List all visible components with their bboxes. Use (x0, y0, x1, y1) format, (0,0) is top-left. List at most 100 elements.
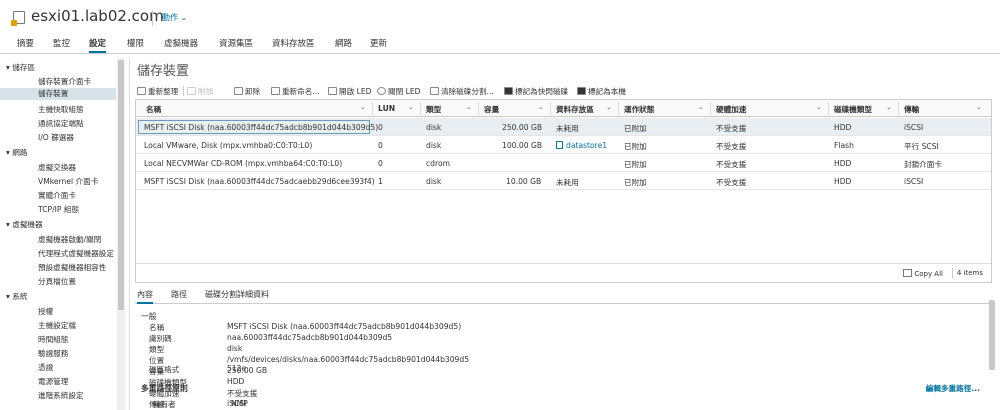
refresh-button[interactable]: 重新整理 (137, 86, 178, 97)
table-row[interactable]: MSFT iSCSI Disk (naa.60003ff44dc75adcb8b… (136, 118, 991, 136)
edit-multipath-link[interactable]: 編輯多重路徑... (926, 383, 980, 394)
sidebar-item-licensing[interactable]: 授權 (38, 306, 53, 317)
sidebar-group-network[interactable]: ▾ 網路 (6, 147, 27, 158)
sidebar-group-storage[interactable]: ▾ 儲存區 (6, 62, 35, 73)
sidebar-item-advanced[interactable]: 進階系統設定 (38, 390, 84, 401)
item-count: 4 items (956, 269, 983, 277)
filter-icon[interactable]: ⌄ (976, 103, 982, 111)
led-on-button[interactable]: 開啟 LED (328, 86, 371, 97)
tab-permissions[interactable]: 權限 (127, 37, 144, 53)
sidebar-item-vm-startup[interactable]: 虛擬機器啟動/關閉 (38, 234, 101, 245)
attach-button[interactable]: 附加 (187, 86, 213, 97)
host-title: esxi01.lab02.com (31, 7, 164, 25)
col-datastore[interactable]: 資料存放區 (556, 104, 594, 115)
tab-updates[interactable]: 更新 (370, 37, 387, 53)
table-row[interactable]: Local VMware, Disk (mpx.vmhba0:C0:T0:L0)… (136, 136, 991, 154)
copy-all-button[interactable]: Copy All (903, 269, 943, 278)
col-capacity[interactable]: 容量 (484, 104, 499, 115)
tab-summary[interactable]: 摘要 (17, 37, 34, 53)
tab-resource-pools[interactable]: 資源集區 (219, 37, 253, 53)
filter-icon[interactable]: ⌄ (886, 103, 892, 111)
sidebar-item-io-filters[interactable]: I/O 篩選器 (38, 132, 74, 143)
tab-partition-details[interactable]: 磁碟分割詳細資料 (205, 289, 269, 304)
col-type[interactable]: 類型 (426, 104, 441, 115)
sidebar-item-auth-services[interactable]: 驗證服務 (38, 348, 68, 359)
tab-properties[interactable]: 內容 (137, 289, 153, 304)
erase-partitions-button[interactable]: 清除磁碟分割... (430, 86, 494, 97)
actions-menu[interactable]: 動作 ⌄ (162, 12, 187, 23)
sidebar-item-vswitches[interactable]: 虛擬交換器 (38, 162, 76, 173)
rename-button[interactable]: 重新命名... (271, 86, 320, 97)
detach-icon (234, 87, 243, 95)
filter-icon[interactable]: ⌄ (606, 103, 612, 111)
sidebar-group-vms[interactable]: ▾ 虛擬機器 (6, 219, 43, 230)
settings-sidebar: ▾ 儲存區 儲存裝置介面卡 儲存裝置 主機快取組態 通訊協定端點 I/O 篩選器… (0, 58, 130, 410)
filter-icon[interactable]: ⌄ (466, 103, 472, 111)
tab-monitor[interactable]: 監控 (53, 37, 70, 53)
mark-local-button[interactable]: 標記為本機 (577, 86, 626, 97)
filter-icon[interactable]: ⌄ (408, 103, 414, 111)
sidebar-item-host-cache[interactable]: 主機快取組態 (38, 104, 84, 115)
tab-networks[interactable]: 網路 (335, 37, 352, 53)
field-value: naa.60003ff44dc75adcb8b901d044b309d5 (227, 333, 393, 342)
details-scrollbar[interactable] (989, 300, 995, 370)
sidebar-item-vm-compat[interactable]: 預設虛擬機器相容性 (38, 262, 106, 273)
field-value: MSFT iSCSI Disk (naa.60003ff44dc75adcb8b… (227, 322, 462, 331)
col-transport[interactable]: 傳輸 (904, 104, 919, 115)
field-label: 名稱 (149, 323, 165, 332)
filter-icon[interactable]: ⌄ (816, 103, 822, 111)
col-divider (828, 102, 829, 115)
led-on-icon (328, 87, 337, 95)
tab-paths[interactable]: 路徑 (171, 289, 187, 304)
sidebar-item-power[interactable]: 電源管理 (38, 376, 68, 387)
tab-configure[interactable]: 設定 (89, 37, 107, 53)
tab-vms[interactable]: 虛擬機器 (164, 37, 198, 53)
host-icon (11, 11, 25, 26)
col-divider (372, 102, 373, 115)
field-value: 512e (227, 364, 247, 373)
field-value: disk (227, 344, 243, 353)
col-name[interactable]: 名稱 (146, 104, 161, 115)
sidebar-item-certificate[interactable]: 憑證 (38, 362, 53, 373)
object-tabs: 摘要 監控 設定 權限 虛擬機器 資源集區 資料存放區 網路 更新 (0, 34, 1000, 54)
filter-icon[interactable]: ⌄ (698, 103, 704, 111)
sidebar-item-vmkernel[interactable]: VMkernel 介面卡 (38, 176, 98, 187)
sidebar-scroll-thumb[interactable] (118, 60, 124, 310)
local-disk-icon (577, 87, 586, 95)
sidebar-group-system[interactable]: ▾ 系統 (6, 291, 27, 302)
mark-flash-button[interactable]: 標記為快閃磁碟 (504, 86, 568, 97)
led-off-button[interactable]: 關閉 LED (377, 86, 420, 97)
filter-icon[interactable]: ⌄ (360, 103, 366, 111)
col-lun[interactable]: LUN (378, 104, 395, 113)
header-divider (152, 10, 153, 26)
col-hw-accel[interactable]: 硬體加速 (716, 104, 746, 115)
main-panel: 儲存裝置 重新整理 附加 卸除 重新命名... 開啟 LED 關閉 LED 清除… (131, 54, 1000, 410)
toolbar-divider (183, 86, 184, 96)
table-row[interactable]: MSFT iSCSI Disk (naa.60003ff44dc75adcaeb… (136, 172, 991, 190)
sidebar-item-protocol-endpoints[interactable]: 通訊協定端點 (38, 118, 84, 129)
sidebar-item-tcpip[interactable]: TCP/IP 組態 (38, 204, 79, 215)
field-label: 磁區格式 (149, 365, 180, 374)
flash-disk-icon (504, 87, 513, 95)
sidebar-item-storage-devices[interactable]: 儲存裝置 (0, 88, 116, 100)
datastore-link[interactable]: datastore1 (556, 141, 607, 150)
col-drive-type[interactable]: 磁碟機類型 (834, 104, 872, 115)
sidebar-item-physical-adapters[interactable]: 實體介面卡 (38, 190, 76, 201)
field-value: /vmfs/devices/disks/naa.60003ff44dc75adc… (227, 355, 470, 364)
devices-grid: 名稱 ⌄ LUN ⌄ 類型 ⌄ 容量 ⌄ 資料存放區 ⌄ 運作狀態 ⌄ 硬體加速… (135, 99, 992, 283)
sidebar-item-time-config[interactable]: 時間組態 (38, 334, 68, 345)
sidebar-item-swapfile[interactable]: 分頁檔位置 (38, 276, 76, 287)
filter-icon[interactable]: ⌄ (538, 103, 544, 111)
detach-button[interactable]: 卸除 (234, 86, 260, 97)
table-row[interactable]: Local NECVMWar CD-ROM (mpx.vmhba64:C0:T0… (136, 154, 991, 172)
erase-icon (430, 87, 439, 95)
sidebar-item-host-profile[interactable]: 主機設定檔 (38, 320, 76, 331)
general-section-title: 一般 (141, 312, 157, 321)
col-status[interactable]: 運作狀態 (624, 104, 654, 115)
sidebar-item-agent-vm[interactable]: 代理程式虛擬機器設定 (38, 248, 114, 259)
page-title: 儲存裝置 (137, 64, 190, 79)
copy-icon (903, 269, 913, 277)
sidebar-item-storage-adapters[interactable]: 儲存裝置介面卡 (38, 76, 91, 87)
tab-datastores[interactable]: 資料存放區 (272, 37, 315, 53)
col-divider (420, 102, 421, 115)
